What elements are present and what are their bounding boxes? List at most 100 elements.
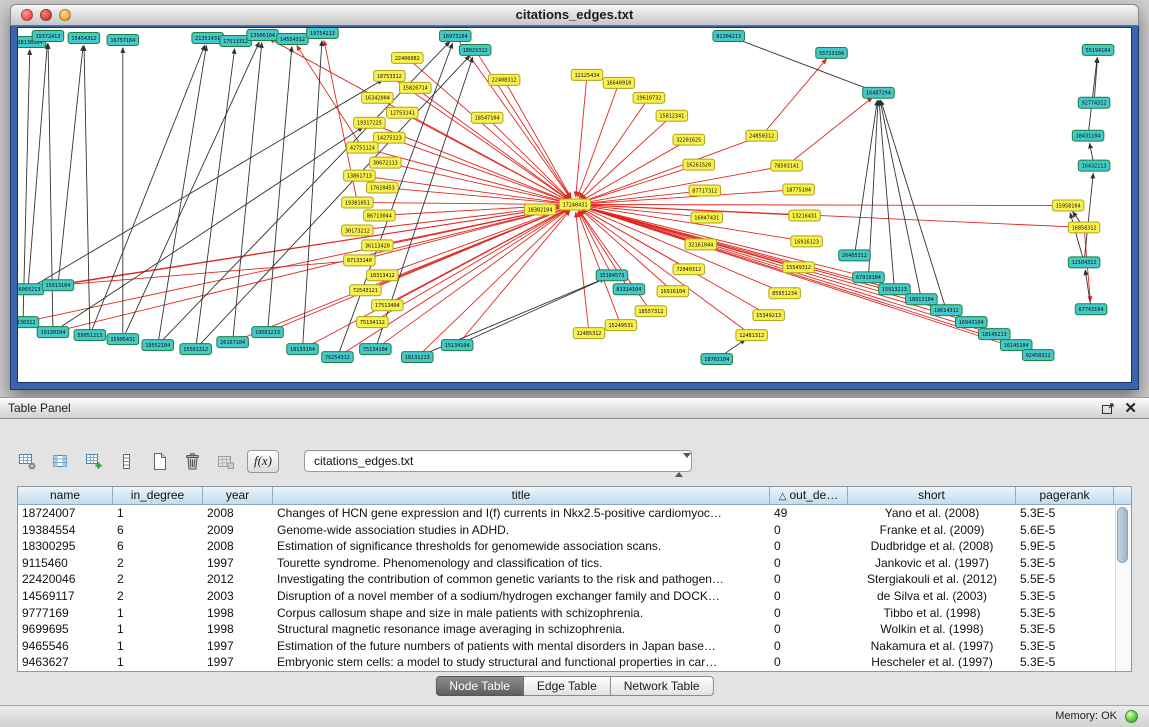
- graph-node[interactable]: 17240431: [559, 199, 591, 210]
- scrollbar-thumb[interactable]: [1117, 507, 1128, 563]
- column-header-pagerank[interactable]: pagerank: [1016, 487, 1114, 505]
- graph-node[interactable]: 15184573: [596, 270, 628, 281]
- graph-edge[interactable]: [302, 41, 321, 349]
- table-row[interactable]: 1938455462009Genome-wide association stu…: [18, 522, 1131, 539]
- graph-edge[interactable]: [582, 136, 761, 202]
- graph-node[interactable]: 15958104: [1052, 200, 1084, 211]
- close-panel-icon[interactable]: ✕: [1124, 399, 1137, 419]
- graph-node[interactable]: 19501213: [252, 327, 284, 338]
- table-row[interactable]: 1872400712008Changes of HCN gene express…: [18, 505, 1131, 522]
- graph-edge[interactable]: [1070, 213, 1084, 262]
- graph-node[interactable]: 18131213: [402, 352, 434, 363]
- graph-edge[interactable]: [1088, 58, 1097, 136]
- table-row[interactable]: 946554611997Estimation of the future num…: [18, 638, 1131, 655]
- table-row[interactable]: 911546021997Tourette syndrome. Phenomeno…: [18, 555, 1131, 572]
- column-header-name[interactable]: name: [18, 487, 113, 505]
- graph-node[interactable]: 18913104: [906, 294, 938, 305]
- tab-node-table[interactable]: Node Table: [435, 676, 524, 696]
- graph-edge[interactable]: [58, 206, 567, 286]
- graph-edge[interactable]: [297, 46, 363, 148]
- graph-edge[interactable]: [787, 98, 873, 166]
- graph-node[interactable]: 97133140: [344, 255, 376, 266]
- network-canvas[interactable]: 1724043122406082187533121582671416342004…: [18, 28, 1131, 382]
- graph-node[interactable]: 16943104: [956, 317, 988, 328]
- graph-edge[interactable]: [58, 46, 83, 285]
- graph-node[interactable]: 19614312: [931, 305, 963, 316]
- graph-node[interactable]: 15826714: [400, 82, 432, 93]
- table-row[interactable]: 946362711997Embryonic stem cells: a mode…: [18, 654, 1131, 671]
- graph-node[interactable]: 26167104: [217, 337, 249, 348]
- graph-edge[interactable]: [66, 260, 359, 284]
- graph-node[interactable]: 12104312: [1068, 257, 1100, 268]
- graph-node[interactable]: 14554312: [277, 33, 309, 44]
- graph-node[interactable]: 18302104: [524, 204, 556, 215]
- table-row[interactable]: 1456911722003Disruption of a novel membe…: [18, 588, 1131, 605]
- function-builder-button[interactable]: f(x): [247, 450, 279, 473]
- graph-node[interactable]: 19130104: [37, 327, 69, 338]
- graph-node[interactable]: 19754213: [307, 28, 339, 38]
- graph-node[interactable]: 22406082: [392, 52, 424, 63]
- graph-node[interactable]: 12753141: [387, 107, 419, 118]
- vertical-scrollbar[interactable]: [1115, 505, 1131, 671]
- table-selector-combo[interactable]: citations_edges.txt: [304, 450, 692, 472]
- graph-node[interactable]: 16757104: [107, 34, 139, 45]
- graph-edge[interactable]: [362, 148, 567, 203]
- graph-edge[interactable]: [268, 47, 292, 332]
- graph-node[interactable]: 17610453: [367, 182, 399, 193]
- column-header-title[interactable]: title: [273, 487, 770, 505]
- graph-node[interactable]: 67919104: [853, 272, 885, 283]
- graph-node[interactable]: 30173212: [342, 225, 374, 236]
- graph-edge[interactable]: [268, 208, 568, 333]
- graph-node[interactable]: 55723104: [816, 47, 848, 58]
- table-settings-icon[interactable]: [16, 450, 38, 472]
- graph-node[interactable]: 92774312: [1078, 97, 1110, 108]
- graph-edge[interactable]: [84, 46, 90, 335]
- graph-node[interactable]: 87717312: [689, 185, 721, 196]
- delete-table-icon[interactable]: [181, 450, 203, 472]
- column-header-year[interactable]: year: [203, 487, 273, 505]
- graph-node[interactable]: 17513404: [372, 300, 404, 311]
- graph-node[interactable]: 18547104: [471, 112, 503, 123]
- graph-edge[interactable]: [487, 118, 569, 199]
- graph-node[interactable]: 16640910: [603, 77, 635, 88]
- graph-edge[interactable]: [233, 43, 262, 342]
- graph-node[interactable]: 16432213: [1078, 160, 1110, 171]
- graph-node[interactable]: 19610732: [633, 92, 665, 103]
- graph-node[interactable]: 59051213: [74, 330, 106, 341]
- column-header-out-de[interactable]: △out_de…: [770, 487, 848, 505]
- graph-edge[interactable]: [90, 45, 205, 335]
- graph-edge[interactable]: [1084, 174, 1093, 263]
- graph-node[interactable]: 18702104: [701, 354, 733, 365]
- graph-edge[interactable]: [23, 206, 567, 322]
- graph-node[interactable]: 19552104: [142, 340, 174, 351]
- graph-node[interactable]: 26065213: [18, 284, 44, 295]
- graph-node[interactable]: 12485312: [573, 328, 605, 339]
- graph-edge[interactable]: [580, 98, 649, 198]
- graph-node[interactable]: 15913213: [879, 284, 911, 295]
- graph-node[interactable]: 15349213: [753, 310, 785, 321]
- graph-node[interactable]: 12125434: [571, 69, 603, 80]
- graph-node[interactable]: 16916123: [791, 236, 823, 247]
- table-row[interactable]: 969969511998Structural magnetic resonanc…: [18, 621, 1131, 638]
- graph-node[interactable]: 67743104: [1075, 304, 1107, 315]
- graph-edge[interactable]: [762, 59, 827, 136]
- table-row[interactable]: 977716911998Corpus callosum shape and si…: [18, 605, 1131, 622]
- graph-edge[interactable]: [575, 205, 1076, 228]
- graph-node[interactable]: 16047431: [691, 212, 723, 223]
- new-table-icon[interactable]: [148, 450, 170, 472]
- graph-node[interactable]: 22408312: [488, 74, 520, 85]
- graph-edge[interactable]: [736, 39, 878, 93]
- graph-node[interactable]: 18431104: [1072, 130, 1104, 141]
- graph-node[interactable]: 32161044: [685, 239, 717, 250]
- graph-edge[interactable]: [415, 88, 568, 200]
- graph-node[interactable]: 13506104: [247, 29, 279, 40]
- graph-node[interactable]: 16973104: [439, 30, 471, 41]
- graph-node[interactable]: 18313412: [367, 270, 399, 281]
- graph-node[interactable]: 19317225: [354, 117, 386, 128]
- graph-edge[interactable]: [575, 205, 1031, 353]
- graph-node[interactable]: 15913104: [42, 280, 74, 291]
- table-row[interactable]: 2242004622012Investigating the contribut…: [18, 571, 1131, 588]
- graph-node[interactable]: 72543121: [350, 285, 382, 296]
- graph-edge[interactable]: [270, 39, 378, 98]
- graph-node[interactable]: 12481312: [736, 330, 768, 341]
